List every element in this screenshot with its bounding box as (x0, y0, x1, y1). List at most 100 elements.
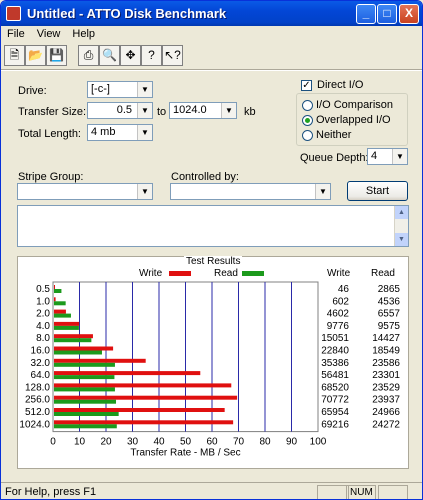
print-preview-icon[interactable]: 🔍 (99, 45, 120, 66)
write-bar (54, 346, 114, 351)
menu-help[interactable]: Help (66, 26, 101, 42)
test-results-panel: Test Results Write Read Write Read 0 10 20… (17, 256, 409, 469)
write-bar (54, 358, 146, 363)
write-value: 68520 (321, 382, 349, 393)
start-button[interactable]: Start (347, 181, 408, 201)
about-icon[interactable]: ? (141, 45, 162, 66)
write-value: 46 (338, 284, 350, 295)
category-label: 1.0 (36, 296, 50, 307)
x-tick-label: 70 (233, 437, 245, 448)
open-icon[interactable]: 📂 (25, 45, 46, 66)
write-value: 65954 (321, 407, 349, 418)
read-bar (54, 325, 79, 330)
queue-depth-select[interactable]: 4 ▼ (367, 148, 408, 165)
menu-view[interactable]: View (31, 26, 67, 42)
x-tick-label: 60 (206, 437, 218, 448)
write-value: 9776 (327, 321, 350, 332)
write-value: 22840 (321, 346, 349, 357)
menu-file[interactable]: File (1, 26, 31, 42)
read-bar (54, 313, 71, 318)
write-bar (54, 408, 225, 412)
print-icon[interactable]: ⎙ (78, 45, 99, 66)
transfer-size-label: Transfer Size: (18, 106, 87, 118)
direct-io-checkbox[interactable]: ✓ (301, 80, 312, 91)
overlapped-io-label: Overlapped I/O (316, 114, 391, 126)
write-bar (54, 309, 66, 314)
x-tick-label: 0 (50, 437, 56, 448)
stripe-group-label: Stripe Group: (18, 171, 84, 183)
transfer-size-from-select[interactable]: 0.5 ▼ (87, 102, 153, 119)
category-label: 256.0 (25, 395, 50, 406)
chevron-down-icon: ▼ (315, 184, 330, 199)
status-bar: For Help, press F1 NUM (1, 482, 422, 499)
write-value: 4602 (327, 309, 350, 320)
x-tick-label: 100 (310, 437, 327, 448)
status-pane-3 (378, 485, 408, 499)
category-label: 32.0 (31, 358, 51, 369)
scroll-down-icon[interactable]: ▼ (395, 233, 408, 246)
total-length-label: Total Length: (18, 128, 81, 140)
scroll-up-icon[interactable]: ▲ (395, 206, 408, 219)
description-textarea[interactable]: ▲ ▼ (17, 205, 409, 247)
new-icon[interactable]: 🗎 (4, 45, 25, 66)
write-bar (54, 297, 56, 302)
read-bar (54, 412, 119, 416)
close-button[interactable]: X (399, 4, 419, 24)
category-label: 1024.0 (19, 419, 50, 430)
read-value: 9575 (378, 321, 401, 332)
x-tick-label: 30 (127, 437, 139, 448)
write-value: 15051 (321, 333, 349, 344)
chevron-down-icon: ▼ (137, 82, 152, 97)
read-bar (54, 362, 115, 367)
overlapped-io-radio[interactable] (302, 115, 313, 126)
read-value: 23586 (372, 358, 400, 369)
save-icon[interactable]: 💾 (46, 45, 67, 66)
write-value: 56481 (321, 370, 349, 381)
read-value: 18549 (372, 346, 400, 357)
read-value: 4536 (378, 296, 401, 307)
textarea-scrollbar[interactable]: ▲ ▼ (394, 206, 408, 246)
read-bar (54, 338, 92, 343)
category-label: 4.0 (36, 321, 50, 332)
category-label: 512.0 (25, 407, 50, 418)
controlled-by-label: Controlled by: (171, 171, 239, 183)
transfer-size-to-select[interactable]: 1024.0 ▼ (169, 102, 237, 119)
io-comparison-radio[interactable] (302, 100, 313, 111)
read-bar (54, 424, 117, 429)
x-tick-label: 40 (153, 437, 165, 448)
category-label: 8.0 (36, 333, 50, 344)
benchmark-chart: 0 10 20 30 40 50 60 70 80 90 100 Transfer Rate - MB… (19, 281, 401, 459)
read-value: 2865 (378, 284, 401, 295)
num-lock-indicator: NUM (346, 485, 376, 499)
x-tick-label: 10 (74, 437, 86, 448)
neither-radio[interactable] (302, 130, 313, 141)
maximize-button[interactable]: □ (377, 4, 397, 24)
queue-depth-label: Queue Depth: (300, 152, 369, 164)
read-bar (54, 350, 102, 355)
write-bar (54, 371, 201, 376)
total-length-value: 4 mb (91, 126, 116, 138)
category-label: 16.0 (31, 346, 51, 357)
read-value: 14427 (372, 333, 400, 344)
menu-bar: File View Help (1, 26, 422, 44)
to-label: to (157, 106, 167, 118)
read-bar (54, 399, 117, 404)
controlled-by-select[interactable]: ▼ (170, 183, 331, 200)
stripe-group-select[interactable]: ▼ (17, 183, 153, 200)
read-value: 23529 (372, 382, 400, 393)
total-length-select[interactable]: 4 mb ▼ (87, 124, 153, 141)
context-help-icon[interactable]: ↖? (162, 45, 183, 66)
minimize-button[interactable]: _ (356, 4, 376, 24)
category-label: 0.5 (36, 284, 50, 295)
read-value: 23937 (372, 395, 400, 406)
transfer-to-value: 1024.0 (173, 104, 207, 116)
write-value: 69216 (321, 419, 349, 430)
read-value: 23301 (372, 370, 400, 381)
direct-io-label: Direct I/O (317, 79, 364, 91)
write-bar (54, 420, 234, 425)
title-bar[interactable]: Untitled - ATTO Disk Benchmark _ □ X (1, 1, 422, 26)
move-icon[interactable]: ✥ (120, 45, 141, 66)
atto-app-icon (6, 6, 21, 21)
drive-select[interactable]: [-c-] ▼ (87, 81, 153, 98)
write-value: 35386 (321, 358, 349, 369)
